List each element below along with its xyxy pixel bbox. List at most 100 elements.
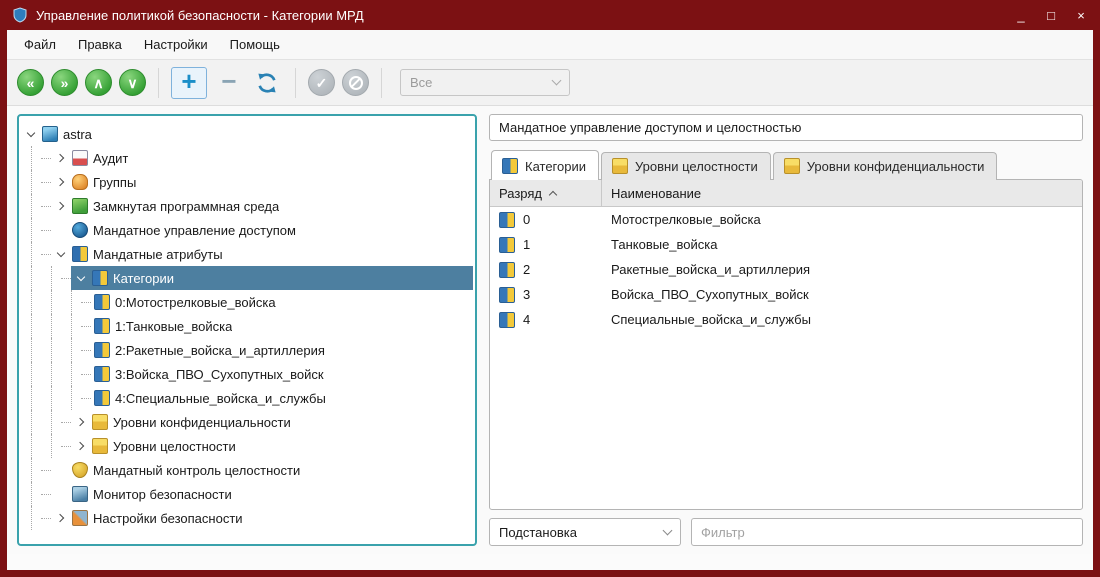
category-icon bbox=[94, 318, 110, 334]
tree-guide bbox=[61, 290, 81, 314]
tree-guide bbox=[21, 434, 41, 458]
column-header-name[interactable]: Наименование bbox=[602, 186, 1082, 201]
category-icon bbox=[499, 287, 515, 303]
expander-icon[interactable] bbox=[24, 128, 37, 141]
menu-file[interactable]: Файл bbox=[13, 32, 67, 57]
tree-item-category-4[interactable]: 4:Специальные_войска_и_службы bbox=[21, 386, 473, 410]
table-footer: Подстановка bbox=[489, 518, 1083, 546]
expander-icon[interactable] bbox=[54, 176, 67, 189]
tree-guide bbox=[21, 194, 41, 218]
statusbar bbox=[7, 554, 1093, 570]
expander-icon[interactable] bbox=[54, 512, 67, 525]
nav-first-button[interactable]: « bbox=[17, 69, 44, 96]
tree-item-category-0[interactable]: 0:Мотострелковые_войска bbox=[21, 290, 473, 314]
expander-icon[interactable] bbox=[54, 248, 67, 261]
tree-item-security-monitor[interactable]: Монитор безопасности bbox=[21, 482, 473, 506]
menu-help[interactable]: Помощь bbox=[219, 32, 291, 57]
tree-guide bbox=[21, 242, 41, 266]
filter-input[interactable] bbox=[691, 518, 1083, 546]
table-row[interactable]: 3 Войска_ПВО_Сухопутных_войск bbox=[490, 282, 1082, 307]
scope-filter-select[interactable]: Все bbox=[400, 69, 570, 96]
expander-icon[interactable] bbox=[74, 440, 87, 453]
nav-up-button[interactable]: ∧ bbox=[85, 69, 112, 96]
tree-guide bbox=[41, 338, 61, 362]
remove-button[interactable]: − bbox=[214, 67, 244, 99]
minimize-button[interactable]: _ bbox=[1014, 9, 1028, 22]
tab-integrity-levels[interactable]: Уровни целостности bbox=[601, 152, 771, 180]
tree-item-integrity-control[interactable]: Мандатный контроль целостности bbox=[21, 458, 473, 482]
column-label: Наименование bbox=[611, 186, 701, 201]
integrity-levels-icon bbox=[612, 158, 628, 174]
tree-guide bbox=[41, 494, 51, 495]
tree-guide bbox=[21, 146, 41, 170]
scope-filter-value: Все bbox=[410, 75, 432, 90]
refresh-button[interactable] bbox=[251, 67, 283, 99]
tree-item-label: Замкнутая программная среда bbox=[93, 199, 279, 214]
substitution-mode-select[interactable]: Подстановка bbox=[489, 518, 681, 546]
cell-razryad: 2 bbox=[523, 262, 530, 277]
apply-button[interactable]: ✓ bbox=[308, 69, 335, 96]
tree-guide bbox=[61, 278, 71, 279]
titlebar[interactable]: Управление политикой безопасности - Кате… bbox=[0, 0, 1100, 30]
tree-item-categories[interactable]: Категории bbox=[21, 266, 473, 290]
nav-down-button[interactable]: ∨ bbox=[119, 69, 146, 96]
expander-icon[interactable] bbox=[54, 152, 67, 165]
table-row[interactable]: 1 Танковые_войска bbox=[490, 232, 1082, 257]
groups-icon bbox=[72, 174, 88, 190]
tree-item-category-2[interactable]: 2:Ракетные_войска_и_артиллерия bbox=[21, 338, 473, 362]
tree-item-category-3[interactable]: 3:Войска_ПВО_Сухопутных_войск bbox=[21, 362, 473, 386]
nav-last-button[interactable]: » bbox=[51, 69, 78, 96]
tab-categories[interactable]: Категории bbox=[491, 150, 599, 180]
tree-item-audit[interactable]: Аудит bbox=[21, 146, 473, 170]
category-icon bbox=[499, 312, 515, 328]
menu-edit[interactable]: Правка bbox=[67, 32, 133, 57]
close-button[interactable]: × bbox=[1074, 9, 1088, 22]
tree-guide bbox=[41, 410, 61, 434]
security-settings-icon bbox=[72, 510, 88, 526]
tree-guide bbox=[21, 266, 41, 290]
tree-item-mandatory-attributes[interactable]: Мандатные атрибуты bbox=[21, 242, 473, 266]
mandatory-attributes-icon bbox=[72, 246, 88, 262]
tree-item-confidentiality-levels[interactable]: Уровни конфиденциальности bbox=[21, 410, 473, 434]
tree-item-integrity-levels[interactable]: Уровни целостности bbox=[21, 434, 473, 458]
tree-guide bbox=[81, 374, 91, 375]
tree-guide bbox=[81, 398, 91, 399]
cancel-button[interactable] bbox=[342, 69, 369, 96]
tree-item-mandatory-access[interactable]: Мандатное управление доступом bbox=[21, 218, 473, 242]
tree-guide bbox=[41, 362, 61, 386]
expander-icon[interactable] bbox=[54, 200, 67, 213]
tree-item-groups[interactable]: Группы bbox=[21, 170, 473, 194]
double-chevron-left-icon: « bbox=[27, 76, 35, 90]
tree-item-label: astra bbox=[63, 127, 92, 142]
table-row[interactable]: 2 Ракетные_войска_и_артиллерия bbox=[490, 257, 1082, 282]
tree-guide bbox=[41, 230, 51, 231]
cell-razryad: 0 bbox=[523, 212, 530, 227]
main-content: astra Аудит Группы bbox=[7, 106, 1093, 554]
table-row[interactable]: 0 Мотострелковые_войска bbox=[490, 207, 1082, 232]
tree-item-category-1[interactable]: 1:Танковые_войска bbox=[21, 314, 473, 338]
tree-guide bbox=[21, 386, 41, 410]
tree-item-label: Аудит bbox=[93, 151, 128, 166]
tab-confidentiality-levels[interactable]: Уровни конфиденциальности bbox=[773, 152, 998, 180]
categories-table: Разряд Наименование 0 Мотострелковые_вой… bbox=[489, 179, 1083, 510]
menu-settings[interactable]: Настройки bbox=[133, 32, 219, 57]
cell-razryad: 4 bbox=[523, 312, 530, 327]
maximize-button[interactable]: □ bbox=[1044, 9, 1058, 22]
column-label: Разряд bbox=[499, 186, 542, 201]
audit-icon bbox=[72, 150, 88, 166]
add-button[interactable]: + bbox=[171, 67, 207, 99]
security-tree-panel: astra Аудит Группы bbox=[17, 114, 477, 546]
expander-icon[interactable] bbox=[74, 416, 87, 429]
table-row[interactable]: 4 Специальные_войска_и_службы bbox=[490, 307, 1082, 332]
refresh-icon bbox=[255, 71, 279, 95]
tree-guide bbox=[81, 326, 91, 327]
tree-guide bbox=[21, 338, 41, 362]
tree-item-astra[interactable]: astra bbox=[21, 122, 473, 146]
column-header-razryad[interactable]: Разряд bbox=[490, 180, 602, 206]
expander-icon[interactable] bbox=[74, 272, 87, 285]
section-title-field[interactable] bbox=[489, 114, 1083, 141]
tree-item-label: Мандатный контроль целостности bbox=[93, 463, 300, 478]
tree-item-security-settings[interactable]: Настройки безопасности bbox=[21, 506, 473, 530]
tree-item-closed-environment[interactable]: Замкнутая программная среда bbox=[21, 194, 473, 218]
tree-guide bbox=[41, 314, 61, 338]
